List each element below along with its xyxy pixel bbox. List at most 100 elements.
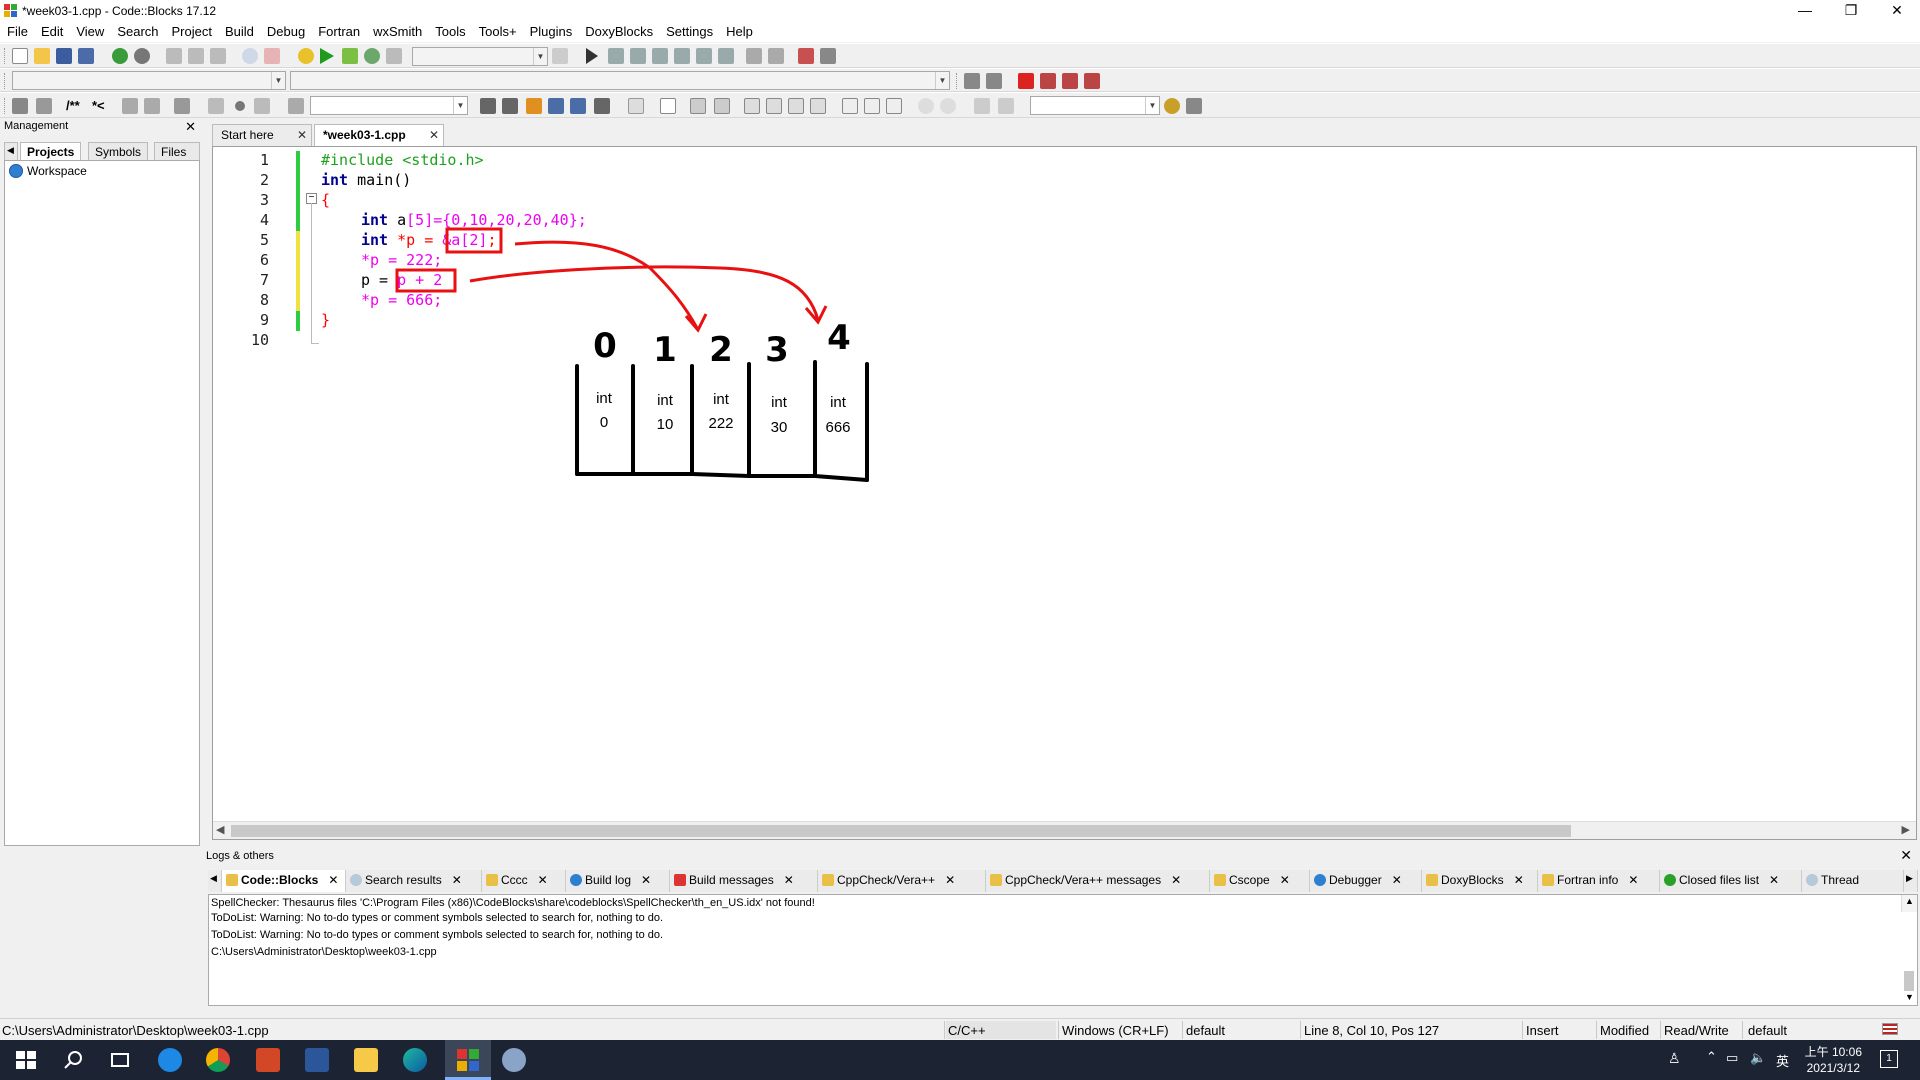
tab-start-here[interactable]: Start here ✕: [212, 124, 312, 146]
logs-close-icon[interactable]: ✕: [1900, 847, 1912, 864]
horizontal-scrollbar[interactable]: ◀ ▶: [213, 821, 1916, 839]
symbol-search-field[interactable]: ▼: [1030, 96, 1160, 115]
chevron-up-icon[interactable]: ⌃: [1706, 1049, 1717, 1065]
menu-fortran[interactable]: Fortran: [311, 22, 366, 39]
log-tab-build-messages[interactable]: Build messages ✕: [670, 870, 818, 892]
close-tab-icon[interactable]: ✕: [945, 873, 955, 887]
debug-info-icon[interactable]: [820, 48, 836, 64]
internet-explorer-icon[interactable]: [158, 1048, 182, 1072]
toolbar-grip[interactable]: [4, 98, 7, 114]
highlight-icon[interactable]: [526, 98, 542, 114]
toolbar-grip[interactable]: [4, 48, 7, 64]
close-tab-icon[interactable]: ✕: [1628, 873, 1638, 887]
wx-panel-icon[interactable]: [660, 98, 676, 114]
debug-continue-icon[interactable]: [586, 48, 598, 64]
regex-search-field[interactable]: ▼: [310, 96, 468, 115]
menu-settings[interactable]: Settings: [659, 22, 719, 39]
close-tab-icon[interactable]: ✕: [1769, 873, 1779, 887]
wx-sizer-icon[interactable]: [766, 98, 782, 114]
save-icon[interactable]: [56, 48, 72, 64]
pause-icon[interactable]: [746, 48, 762, 64]
chrome-icon[interactable]: [206, 1048, 230, 1072]
tab-symbols[interactable]: Symbols: [88, 142, 149, 160]
wx-splitter-icon[interactable]: [864, 98, 880, 114]
jump-back-icon[interactable]: [964, 73, 980, 89]
log-tab-cppcheck[interactable]: CppCheck/Vera++ ✕: [818, 870, 986, 892]
find-prev-icon[interactable]: [480, 98, 496, 114]
run-icon[interactable]: [320, 48, 334, 64]
save-all-icon[interactable]: [78, 48, 94, 64]
log-tab-cscope[interactable]: Cscope ✕: [1210, 870, 1310, 892]
log-tab-doxyblocks[interactable]: DoxyBlocks ✕: [1422, 870, 1538, 892]
restore-button[interactable]: ❐: [1828, 0, 1874, 22]
spellcheck-c-icon[interactable]: [998, 98, 1014, 114]
step-into-instruction-icon[interactable]: [718, 48, 734, 64]
close-tab-icon[interactable]: ✕: [1392, 873, 1402, 887]
regex-toggle-icon[interactable]: [594, 98, 610, 114]
wx-spacer-icon[interactable]: [842, 98, 858, 114]
close-tab-icon[interactable]: ✕: [538, 873, 548, 887]
jump-forward-icon[interactable]: [986, 73, 1002, 89]
regex-icon[interactable]: [288, 98, 304, 114]
paint-app-icon[interactable]: [502, 1048, 526, 1072]
ime-indicator[interactable]: 英: [1776, 1051, 1789, 1070]
prev-bookmark-icon[interactable]: [1040, 73, 1056, 89]
abort-icon[interactable]: [386, 48, 402, 64]
menu-tools[interactable]: Tools: [428, 22, 471, 39]
tab-week03-1[interactable]: *week03-1.cpp ✕: [314, 124, 444, 146]
close-tab-icon[interactable]: ✕: [784, 873, 794, 887]
wx-box-icon[interactable]: [744, 98, 760, 114]
show-targets-icon[interactable]: [552, 48, 568, 64]
file-explorer-icon[interactable]: [354, 1048, 378, 1072]
undo-icon[interactable]: [112, 48, 128, 64]
extract-docs-icon[interactable]: [36, 98, 52, 114]
powerpoint-icon[interactable]: [256, 1048, 280, 1072]
close-tab-icon[interactable]: ✕: [641, 873, 651, 887]
line-comment-button[interactable]: *<: [92, 98, 105, 113]
log-tab-cccc[interactable]: Cccc ✕: [482, 870, 566, 892]
close-tab-icon[interactable]: ✕: [429, 128, 439, 142]
symbol-settings-icon[interactable]: [1186, 98, 1202, 114]
minimize-button[interactable]: —: [1782, 0, 1828, 22]
volume-icon[interactable]: 🔈: [1750, 1050, 1766, 1066]
find-next-icon[interactable]: [502, 98, 518, 114]
next-icon[interactable]: [254, 98, 270, 114]
log-tab-codeblocks[interactable]: Code::Blocks ✕: [222, 870, 346, 892]
menu-file[interactable]: File: [0, 22, 34, 39]
run-to-cursor-icon[interactable]: [608, 48, 624, 64]
close-tab-icon[interactable]: ✕: [1514, 873, 1524, 887]
build-icon[interactable]: [298, 48, 314, 64]
log-vertical-scrollbar[interactable]: ▲ ▼: [1901, 895, 1917, 1002]
scroll-down-icon[interactable]: ▼: [1905, 992, 1914, 1002]
stop-debug-icon[interactable]: [768, 48, 784, 64]
toggle-bookmark-icon[interactable]: [1018, 73, 1034, 89]
wx-image-icon[interactable]: [690, 98, 706, 114]
log-tab-search-results[interactable]: Search results ✕: [346, 870, 482, 892]
doxywizard-icon[interactable]: [12, 98, 28, 114]
codeblocks-taskbar-button[interactable]: [445, 1040, 491, 1080]
next-line-icon[interactable]: [630, 48, 646, 64]
redo-icon[interactable]: [134, 48, 150, 64]
menu-project[interactable]: Project: [165, 22, 218, 39]
wx-grid-icon[interactable]: [714, 98, 730, 114]
tree-item-workspace[interactable]: Workspace: [27, 164, 87, 178]
notification-center-icon[interactable]: 1: [1880, 1050, 1898, 1068]
zoom-in-icon[interactable]: [918, 98, 934, 114]
scrollbar-thumb[interactable]: [231, 825, 1571, 837]
menu-plugins[interactable]: Plugins: [523, 22, 579, 39]
preferences-icon[interactable]: [174, 98, 190, 114]
wx-notebook-icon[interactable]: [886, 98, 902, 114]
scrollbar-thumb[interactable]: [1904, 971, 1914, 991]
toolbar-grip[interactable]: [956, 73, 959, 89]
word-icon[interactable]: [305, 1048, 329, 1072]
search-icon[interactable]: [62, 1048, 86, 1072]
close-tab-icon[interactable]: ✕: [1280, 873, 1290, 887]
symbol-search-icon[interactable]: [1164, 98, 1180, 114]
debug-windows-icon[interactable]: [798, 48, 814, 64]
menu-search[interactable]: Search: [110, 22, 164, 39]
close-window-button[interactable]: ✕: [1874, 0, 1920, 22]
menu-debug[interactable]: Debug: [260, 22, 311, 39]
next-bookmark-icon[interactable]: [1062, 73, 1078, 89]
clear-bookmarks-icon[interactable]: [1084, 73, 1100, 89]
menu-build[interactable]: Build: [218, 22, 260, 39]
